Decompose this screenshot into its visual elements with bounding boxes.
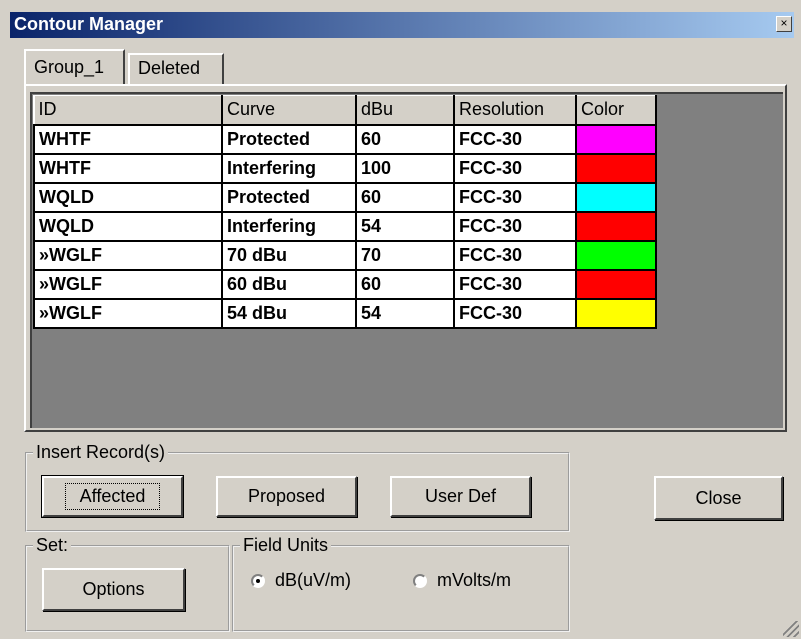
cell-curve[interactable]: Interfering: [221, 210, 357, 242]
cell-resolution[interactable]: FCC-30: [453, 181, 577, 213]
cell-resolution[interactable]: FCC-30: [453, 210, 577, 242]
contour-manager-window: Contour Manager × Group_1 Deleted ID Cur…: [0, 0, 801, 639]
cell-curve[interactable]: 70 dBu: [221, 239, 357, 271]
cell-dbu[interactable]: 54: [355, 210, 455, 242]
table-row[interactable]: WHTF Interfering 100 FCC-30: [33, 152, 657, 184]
cell-id[interactable]: »WGLF: [33, 297, 223, 329]
column-header-color[interactable]: Color: [575, 95, 657, 126]
cell-curve[interactable]: Interfering: [221, 152, 357, 184]
cell-resolution[interactable]: FCC-30: [453, 297, 577, 329]
cell-color-swatch[interactable]: [575, 210, 657, 242]
close-button[interactable]: Close: [654, 476, 783, 520]
table-row[interactable]: WHTF Protected 60 FCC-30: [33, 123, 657, 155]
cell-dbu[interactable]: 70: [355, 239, 455, 271]
column-header-dbu[interactable]: dBu: [355, 95, 455, 126]
radio-circle-icon[interactable]: [413, 573, 427, 588]
cell-dbu[interactable]: 100: [355, 152, 455, 184]
radio-dbuv-label: dB(uV/m): [275, 570, 352, 590]
table-row[interactable]: »WGLF 70 dBu 70 FCC-30: [33, 239, 657, 271]
cell-id[interactable]: WHTF: [33, 123, 223, 155]
cell-curve[interactable]: 54 dBu: [221, 297, 357, 329]
contour-grid[interactable]: ID Curve dBu Resolution Color WHTF Protec…: [30, 92, 783, 428]
cell-id[interactable]: »WGLF: [33, 239, 223, 271]
affected-button[interactable]: Affected: [41, 475, 184, 518]
table-header-row: ID Curve dBu Resolution Color: [33, 95, 657, 126]
cell-color-swatch[interactable]: [575, 123, 657, 155]
cell-dbu[interactable]: 60: [355, 268, 455, 300]
cell-dbu[interactable]: 60: [355, 181, 455, 213]
field-units-legend: Field Units: [240, 535, 332, 556]
cell-dbu[interactable]: 54: [355, 297, 455, 329]
title-bar[interactable]: Contour Manager ×: [10, 12, 794, 38]
radio-dbuv[interactable]: dB(uV/m): [251, 570, 351, 591]
options-button[interactable]: Options: [42, 568, 185, 611]
column-header-resolution[interactable]: Resolution: [453, 95, 577, 126]
table-row[interactable]: »WGLF 60 dBu 60 FCC-30: [33, 268, 657, 300]
cell-resolution[interactable]: FCC-30: [453, 239, 577, 271]
radio-circle-icon[interactable]: [251, 573, 265, 588]
cell-id[interactable]: WHTF: [33, 152, 223, 184]
table-row[interactable]: WQLD Interfering 54 FCC-30: [33, 210, 657, 242]
window-title: Contour Manager: [14, 14, 164, 34]
cell-color-swatch[interactable]: [575, 152, 657, 184]
cell-curve[interactable]: 60 dBu: [221, 268, 357, 300]
cell-resolution[interactable]: FCC-30: [453, 152, 577, 184]
radio-selected-dot-icon: [256, 578, 260, 583]
cell-id[interactable]: WQLD: [33, 210, 223, 242]
radio-mvolts-label: mVolts/m: [437, 570, 512, 590]
column-header-curve[interactable]: Curve: [221, 95, 357, 126]
resize-grip-icon[interactable]: [783, 621, 799, 637]
cell-curve[interactable]: Protected: [221, 181, 357, 213]
cell-color-swatch[interactable]: [575, 268, 657, 300]
cell-id[interactable]: »WGLF: [33, 268, 223, 300]
cell-resolution[interactable]: FCC-30: [453, 123, 577, 155]
insert-records-legend: Insert Record(s): [33, 442, 169, 463]
column-header-id[interactable]: ID: [33, 95, 223, 126]
cell-color-swatch[interactable]: [575, 297, 657, 329]
affected-button-label: Affected: [64, 483, 161, 510]
cell-id[interactable]: WQLD: [33, 181, 223, 213]
user-def-button[interactable]: User Def: [390, 476, 531, 517]
tab-group-1[interactable]: Group_1: [24, 49, 125, 84]
set-legend: Set:: [33, 535, 72, 556]
cell-resolution[interactable]: FCC-30: [453, 268, 577, 300]
cell-curve[interactable]: Protected: [221, 123, 357, 155]
close-icon[interactable]: ×: [776, 16, 792, 32]
cell-dbu[interactable]: 60: [355, 123, 455, 155]
table-row[interactable]: WQLD Protected 60 FCC-30: [33, 181, 657, 213]
tab-deleted[interactable]: Deleted: [128, 53, 224, 84]
cell-color-swatch[interactable]: [575, 239, 657, 271]
contour-table: ID Curve dBu Resolution Color WHTF Protec…: [33, 95, 657, 329]
radio-mvolts[interactable]: mVolts/m: [413, 570, 511, 591]
cell-color-swatch[interactable]: [575, 181, 657, 213]
table-row[interactable]: »WGLF 54 dBu 54 FCC-30: [33, 297, 657, 329]
proposed-button[interactable]: Proposed: [216, 476, 357, 517]
